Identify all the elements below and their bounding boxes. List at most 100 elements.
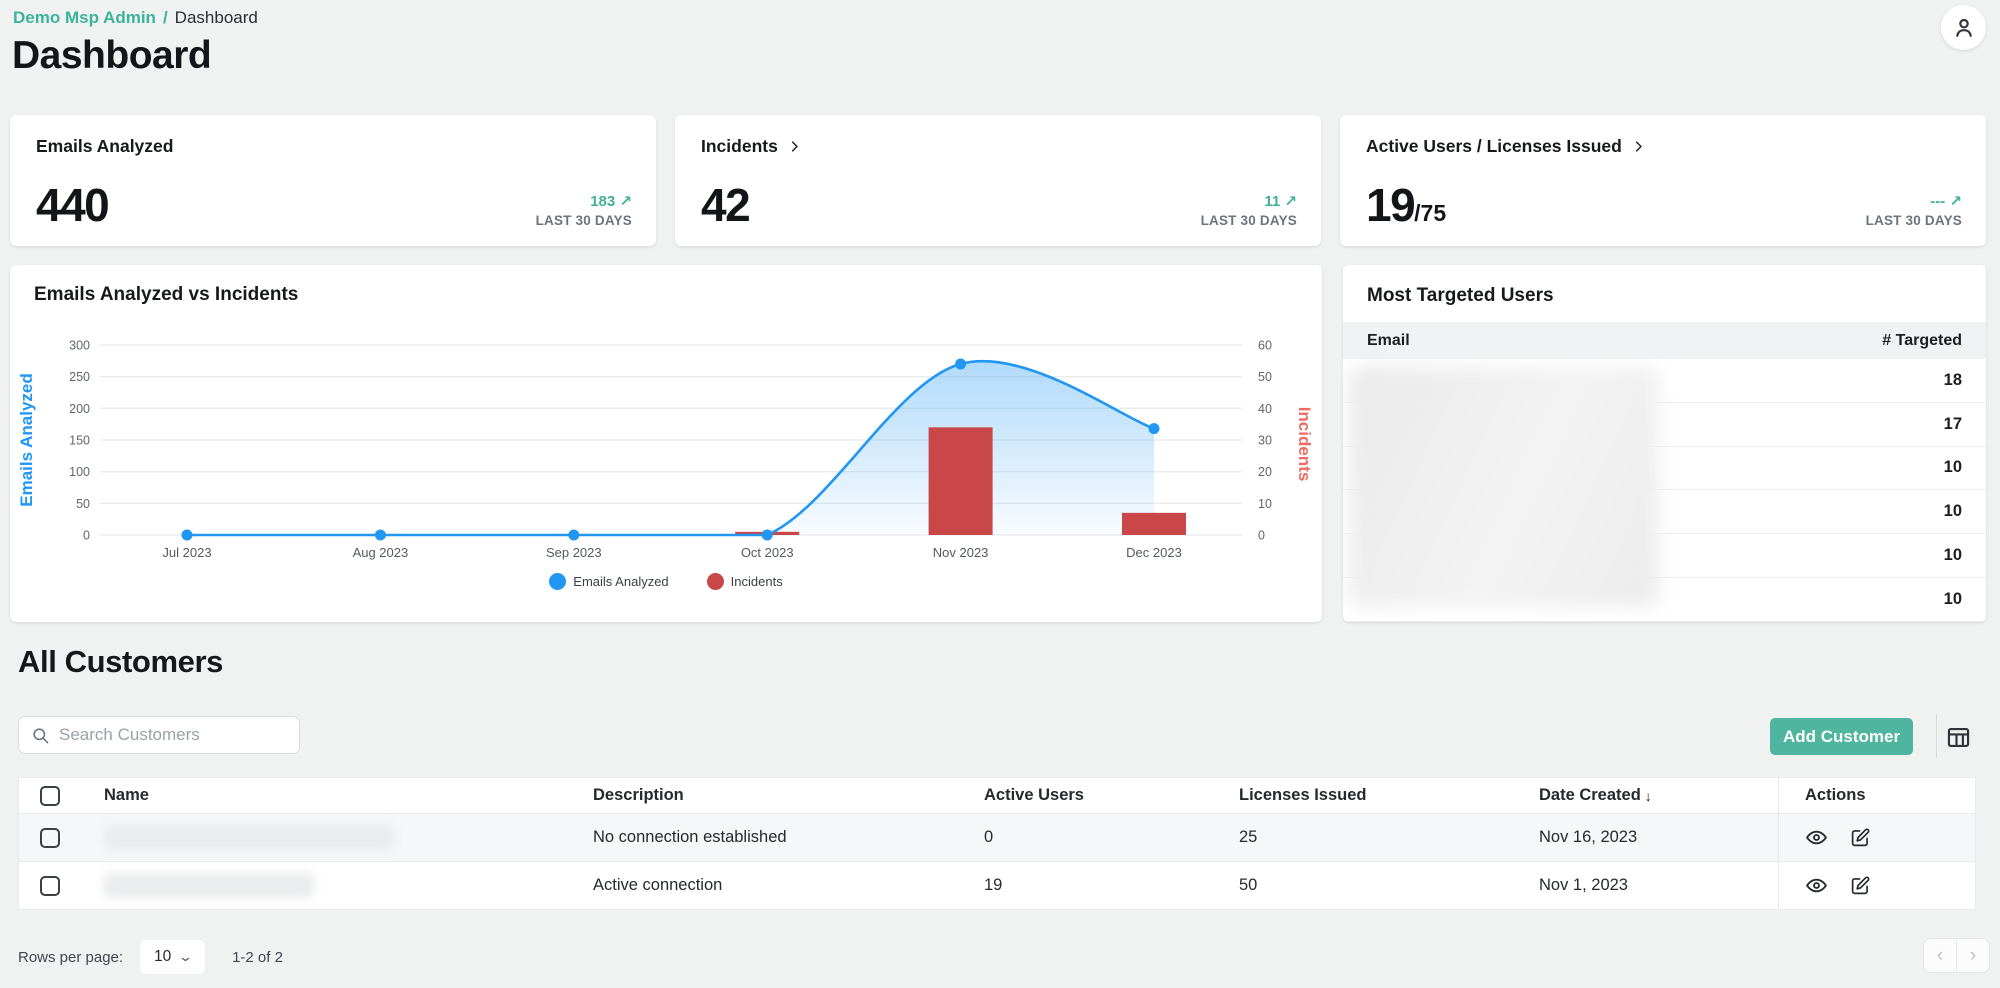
cell-date-created: Nov 1, 2023: [1539, 862, 1778, 909]
legend-item-emails-analyzed[interactable]: Emails Analyzed: [549, 573, 668, 590]
user-menu-button[interactable]: [1941, 5, 1986, 50]
search-input[interactable]: [59, 725, 287, 745]
col-description[interactable]: Description: [593, 778, 984, 813]
col-name[interactable]: Name: [86, 778, 593, 813]
customers-table: Name Description Active Users Licenses I…: [18, 777, 1976, 910]
eye-icon: [1805, 826, 1828, 849]
most-targeted-rows: 18 17 10 10 10 10: [1343, 359, 1986, 622]
sort-desc-icon: ↓: [1645, 788, 1652, 804]
col-email: Email: [1367, 332, 1410, 350]
emails-vs-incidents-chart-card: Emails Analyzed vs Incidents 00501010020…: [10, 265, 1322, 622]
trend-up-icon: ↗: [619, 193, 632, 210]
add-customer-button[interactable]: Add Customer: [1770, 718, 1913, 755]
view-button[interactable]: [1805, 826, 1828, 849]
toolbar-divider: [1936, 714, 1937, 758]
chart-title: Emails Analyzed vs Incidents: [10, 265, 1322, 306]
stat-card-licenses-link[interactable]: Active Users / Licenses Issued: [1366, 136, 1646, 157]
chevron-left-icon: ‹: [1937, 945, 1943, 967]
svg-text:Dec 2023: Dec 2023: [1126, 545, 1182, 560]
svg-text:0: 0: [83, 529, 90, 543]
pagination-range: 1-2 of 2: [232, 949, 283, 966]
svg-text:10: 10: [1258, 497, 1272, 511]
stat-card-active-users-licenses: Active Users / Licenses Issued 19/75 ---…: [1340, 115, 1986, 246]
stat-label: Incidents: [701, 136, 778, 157]
svg-text:150: 150: [69, 434, 90, 448]
svg-text:0: 0: [1258, 529, 1265, 543]
breadcrumb: Demo Msp Admin / Dashboard: [13, 8, 258, 28]
edit-button[interactable]: [1850, 827, 1871, 848]
cell-licenses-issued: 25: [1239, 814, 1539, 861]
svg-text:Emails Analyzed: Emails Analyzed: [17, 373, 36, 507]
col-date-created[interactable]: Date Created↓: [1539, 778, 1778, 813]
svg-text:Incidents: Incidents: [1295, 407, 1314, 482]
chevron-right-icon: ›: [1970, 945, 1976, 967]
chevron-right-icon: [1631, 139, 1646, 154]
rows-per-page-label: Rows per page:: [18, 949, 123, 966]
svg-text:Aug 2023: Aug 2023: [353, 545, 409, 560]
stat-card-emails-analyzed: Emails Analyzed 440 183 ↗ LAST 30 DAYS: [10, 115, 656, 246]
edit-icon: [1850, 827, 1871, 848]
chart-legend: Emails Analyzed Incidents: [10, 573, 1322, 590]
stat-card-emails-label-row: Emails Analyzed: [36, 136, 173, 157]
col-licenses-issued[interactable]: Licenses Issued: [1239, 778, 1539, 813]
table-columns-icon: [1945, 724, 1972, 751]
page-title: Dashboard: [12, 34, 211, 78]
combo-chart-svg: 0050101002015030200402505030060Jul 2023A…: [10, 307, 1322, 569]
breadcrumb-separator: /: [163, 8, 168, 28]
svg-text:Oct 2023: Oct 2023: [741, 545, 794, 560]
stat-value: 42: [701, 178, 749, 232]
svg-text:Nov 2023: Nov 2023: [933, 545, 989, 560]
stat-trend: --- ↗: [1866, 192, 1962, 210]
redacted-name-blur: [104, 873, 314, 898]
column-settings-button[interactable]: [1942, 721, 1974, 753]
customers-table-header: Name Description Active Users Licenses I…: [19, 778, 1975, 814]
legend-dot-blue: [549, 573, 566, 590]
breadcrumb-root-link[interactable]: Demo Msp Admin: [13, 8, 156, 28]
cell-active-users: 0: [984, 814, 1239, 861]
row-checkbox[interactable]: [40, 828, 60, 848]
svg-text:Jul 2023: Jul 2023: [162, 545, 211, 560]
col-actions: Actions: [1778, 778, 1975, 813]
stat-period: LAST 30 DAYS: [536, 213, 632, 228]
most-targeted-header: Email # Targeted: [1343, 322, 1986, 359]
legend-dot-red: [707, 573, 724, 590]
svg-text:60: 60: [1258, 339, 1272, 353]
stat-cards-row: Emails Analyzed 440 183 ↗ LAST 30 DAYS I…: [10, 115, 1986, 246]
svg-text:Sep 2023: Sep 2023: [546, 545, 602, 560]
view-button[interactable]: [1805, 874, 1828, 897]
trend-up-icon: ↗: [1949, 193, 1962, 210]
redacted-name-blur: [104, 825, 394, 850]
svg-text:300: 300: [69, 339, 90, 353]
row-checkbox[interactable]: [40, 876, 60, 896]
col-targeted: # Targeted: [1882, 332, 1962, 350]
stat-card-incidents-link[interactable]: Incidents: [701, 136, 802, 157]
cell-date-created: Nov 16, 2023: [1539, 814, 1778, 861]
cell-description: Active connection: [593, 862, 984, 909]
stat-period: LAST 30 DAYS: [1201, 213, 1297, 228]
search-icon: [31, 726, 50, 745]
previous-page-button[interactable]: ‹: [1923, 938, 1957, 973]
select-all-checkbox[interactable]: [40, 786, 60, 806]
eye-icon: [1805, 874, 1828, 897]
redacted-emails-blur: [1349, 367, 1659, 607]
next-page-button[interactable]: ›: [1956, 938, 1990, 973]
breadcrumb-current: Dashboard: [175, 8, 258, 28]
legend-item-incidents[interactable]: Incidents: [707, 573, 783, 590]
stat-value: 19/75: [1366, 178, 1446, 232]
col-active-users[interactable]: Active Users: [984, 778, 1239, 813]
edit-button[interactable]: [1850, 875, 1871, 896]
rows-per-page-select[interactable]: 10 ⌄: [139, 939, 206, 975]
stat-label: Active Users / Licenses Issued: [1366, 136, 1622, 157]
pager: ‹ ›: [1923, 938, 1990, 973]
table-row: Active connection 19 50 Nov 1, 2023: [19, 862, 1975, 910]
svg-text:100: 100: [69, 465, 90, 479]
svg-text:50: 50: [1258, 370, 1272, 384]
svg-text:30: 30: [1258, 434, 1272, 448]
stat-trend: 11 ↗: [1201, 192, 1297, 210]
most-targeted-users-card: Most Targeted Users Email # Targeted 18 …: [1343, 265, 1986, 622]
table-row: No connection established 0 25 Nov 16, 2…: [19, 814, 1975, 862]
stat-trend: 183 ↗: [536, 192, 632, 210]
cell-licenses-issued: 50: [1239, 862, 1539, 909]
svg-text:250: 250: [69, 370, 90, 384]
svg-text:40: 40: [1258, 402, 1272, 416]
